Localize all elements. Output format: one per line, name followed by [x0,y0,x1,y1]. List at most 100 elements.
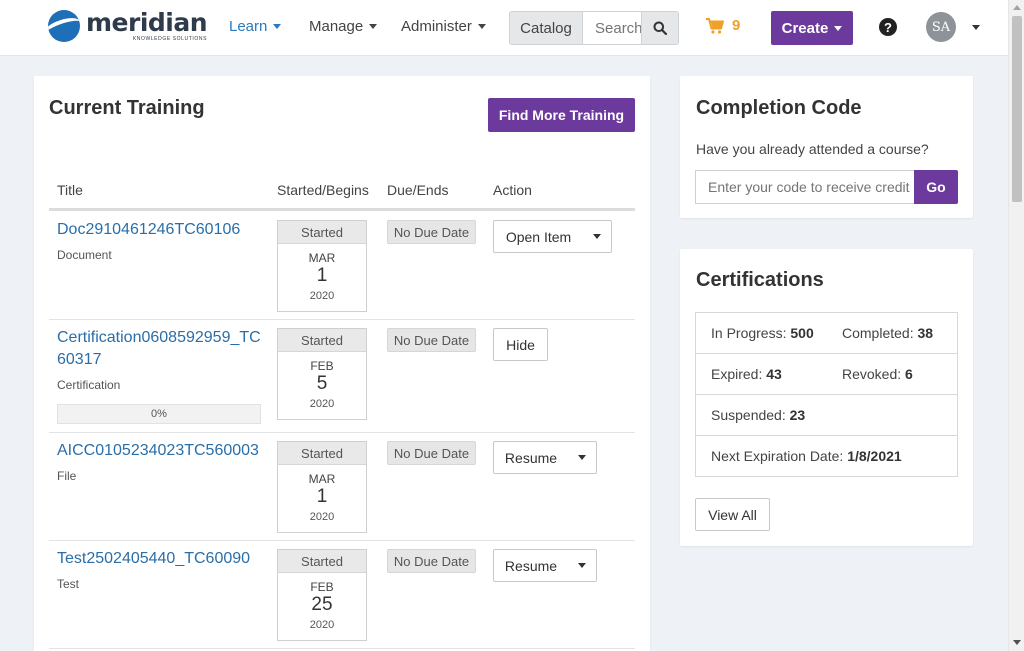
cart-button[interactable]: 9 [706,17,740,34]
date-status: Started [278,221,366,244]
cert-expired-label: Expired: [711,366,763,382]
due-date-badge: No Due Date [387,328,476,352]
column-header-due: Due/Ends [387,182,449,198]
create-button-label: Create [781,19,829,37]
page-scrollbar[interactable] [1008,0,1024,651]
chevron-down-icon [369,24,378,29]
cert-suspended-label: Suspended: [711,407,786,423]
cert-in-progress[interactable]: In Progress: 500 [711,325,814,341]
start-date-box: Started MAR 1 2020 [277,441,367,533]
catalog-search-group: Catalog [509,11,679,45]
user-avatar[interactable]: SA [926,12,956,42]
current-training-card: Current Training Find More Training Titl… [34,76,650,651]
nav-manage[interactable]: Manage [309,18,378,35]
nav-administer[interactable]: Administer [401,18,486,35]
scroll-down-arrow-icon[interactable] [1013,640,1021,645]
certifications-title: Certifications [696,269,824,291]
completion-code-question: Have you already attended a course? [696,141,929,157]
date-year: 2020 [309,511,335,523]
cert-next-expiration-date: 1/8/2021 [847,448,902,464]
date-status: Started [278,550,366,573]
cart-count: 9 [732,17,741,34]
date-month: MAR [308,472,336,486]
cert-expired[interactable]: Expired: 43 [711,366,782,382]
completion-code-go-button[interactable]: Go [914,170,958,204]
cert-expired-count: 43 [766,366,782,382]
completion-code-card: Completion Code Have you already attende… [680,76,973,218]
view-all-certifications-button[interactable]: View All [695,498,770,531]
action-menu-toggle[interactable] [568,441,597,474]
table-header-divider [49,208,635,211]
cert-revoked[interactable]: Revoked: 6 [842,366,913,382]
date-day: 5 [316,373,328,394]
cert-suspended-count: 23 [789,407,806,423]
cert-revoked-count: 6 [905,366,913,382]
help-icon[interactable]: ? [879,18,897,36]
training-type: Certification [57,378,121,392]
chevron-down-icon [578,455,586,460]
training-title-link[interactable]: Certification0608592959_TC 60317 [57,327,261,371]
action-menu-toggle[interactable] [568,549,597,582]
cert-row: In Progress: 500 Completed: 38 [696,313,957,354]
catalog-button[interactable]: Catalog [509,11,583,45]
training-title-link[interactable]: AICC0105234023TC560003 [57,440,259,462]
date-day: 1 [316,265,328,286]
start-date-box: Started FEB 5 2020 [277,328,367,420]
nav-administer-label: Administer [401,18,472,35]
column-header-action: Action [493,182,532,198]
hide-button[interactable]: Hide [493,328,548,361]
action-menu-toggle[interactable] [583,220,612,253]
completion-code-input[interactable] [695,170,915,204]
training-title-link[interactable]: Doc2910461246TC60106 [57,219,240,241]
cert-suspended[interactable]: Suspended: 23 [711,407,805,423]
logo-tagline: KNOWLEDGE SOLUTIONS [132,35,208,42]
find-more-training-button[interactable]: Find More Training [488,98,635,132]
open-item-button[interactable]: Open Item [493,220,584,253]
progress-bar: 0% [57,404,261,424]
certifications-card: Certifications In Progress: 500 Complete… [680,249,973,546]
date-month: FEB [310,580,334,594]
due-date-badge: No Due Date [387,441,476,465]
chevron-down-icon [578,563,586,568]
nav-manage-label: Manage [309,18,364,35]
column-header-title: Title [57,182,83,198]
completion-code-title: Completion Code [696,97,862,119]
date-year: 2020 [309,398,335,410]
date-year: 2020 [309,290,335,302]
cert-completed-label: Completed: [842,325,914,341]
nav-learn[interactable]: Learn [229,18,282,35]
cert-completed[interactable]: Completed: 38 [842,325,933,341]
training-title-line2: 60317 [57,351,102,368]
training-title-link[interactable]: Test2502405440_TC60090 [57,548,250,570]
chevron-down-icon [834,25,843,31]
resume-button[interactable]: Resume [493,441,569,474]
row-divider [49,648,635,649]
chevron-down-icon [273,24,282,29]
search-icon [653,21,667,35]
due-date-badge: No Due Date [387,549,476,573]
cert-revoked-label: Revoked: [842,366,902,382]
cert-next-expiration-label: Next Expiration Date: [711,448,844,464]
training-type: File [57,469,77,483]
row-divider [49,319,635,320]
catalog-search-button[interactable] [641,11,679,45]
chevron-down-icon [477,24,486,29]
meridian-logo[interactable]: meridian KNOWLEDGE SOLUTIONS [48,7,208,42]
top-navbar: meridian KNOWLEDGE SOLUTIONS Learn Manag… [0,0,1008,56]
scrollbar-thumb[interactable] [1012,16,1022,202]
scroll-up-arrow-icon[interactable] [1013,5,1021,10]
date-month: FEB [310,359,334,373]
chevron-down-icon [593,234,601,239]
create-button[interactable]: Create [771,11,853,45]
date-month: MAR [308,251,336,265]
row-divider [49,540,635,541]
logo-wordmark: meridian [86,7,208,37]
shopping-cart-icon [706,17,724,34]
logo-mark-icon [48,10,80,42]
resume-button[interactable]: Resume [493,549,569,582]
date-status: Started [278,442,366,465]
date-status: Started [278,329,366,352]
user-menu-chevron-icon[interactable] [972,25,980,30]
catalog-search-input[interactable] [583,11,641,45]
certifications-summary: In Progress: 500 Completed: 38 Expired: … [695,312,958,477]
